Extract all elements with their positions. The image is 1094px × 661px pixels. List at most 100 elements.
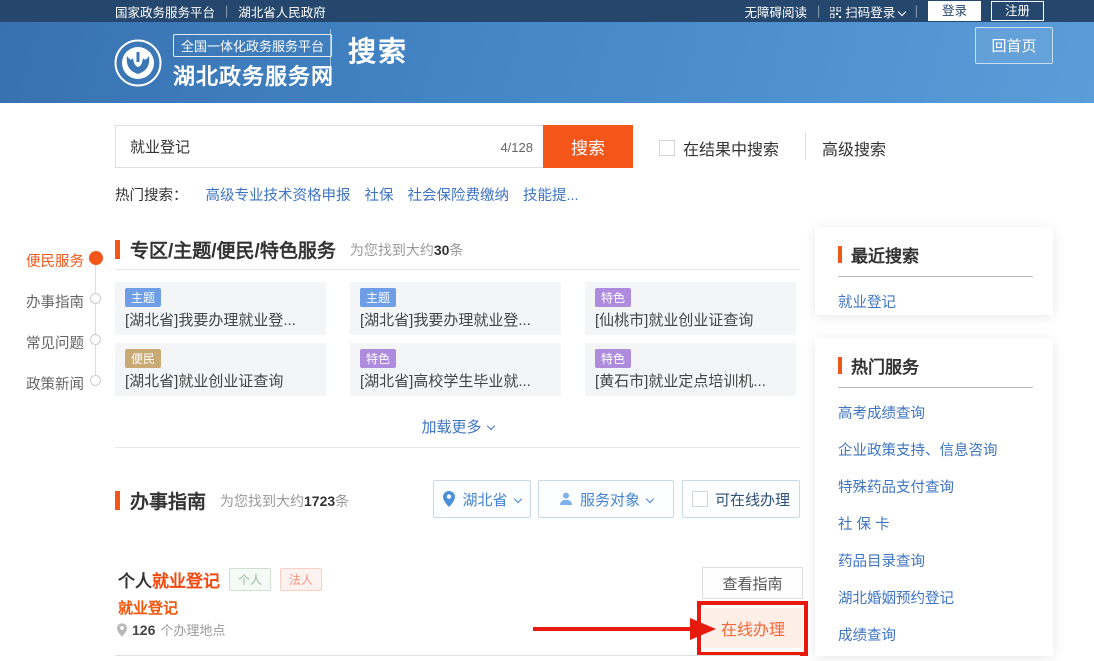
service-card[interactable]: 特色 [黄石市]就业定点培训机...	[585, 343, 796, 396]
search-input-wrap: 4/128	[115, 125, 543, 168]
load-more-button[interactable]: 加载更多	[115, 416, 800, 437]
site-logo[interactable]: 全国一体化政务服务平台 湖北政务服务网	[113, 34, 334, 91]
annotation-arrow-line	[533, 627, 693, 631]
hot-service-link[interactable]: 成绩查询	[838, 616, 1053, 653]
scan-login-link[interactable]: 扫码登录	[830, 2, 905, 21]
top-bar: 国家政务服务平台 | 湖北省人民政府 无障碍阅读 | 扫码登录 | 登录 注册	[0, 0, 1094, 22]
platform-badge: 全国一体化政务服务平台	[173, 34, 332, 57]
search-results-page: 国家政务服务平台 | 湖北省人民政府 无障碍阅读 | 扫码登录 | 登录 注册	[0, 0, 1094, 661]
hot-service-link[interactable]: 高考成绩查询	[838, 394, 1053, 431]
view-guide-button[interactable]: 查看指南	[702, 567, 803, 599]
special-section-header: 专区/主题/便民/特色服务 为您找到大约30条	[115, 236, 463, 263]
hot-search-link[interactable]: 技能提...	[523, 184, 579, 205]
register-button[interactable]: 注册	[991, 1, 1044, 21]
timeline-dot-active	[89, 251, 103, 265]
special-section-count: 为您找到大约30条	[350, 240, 464, 260]
badge-person: 个人	[229, 568, 271, 591]
chevron-down-icon	[897, 7, 905, 15]
search-input[interactable]	[116, 126, 543, 167]
person-icon	[559, 492, 573, 506]
online-only-checkbox[interactable]: 可在线办理	[682, 480, 800, 518]
hot-service-link[interactable]: 职业病诊断机构查询	[838, 653, 1053, 661]
page-title: 搜索	[348, 30, 408, 70]
back-home-button[interactable]: 回首页	[975, 27, 1053, 64]
service-target-dropdown-label: 服务对象	[580, 489, 640, 510]
tag-theme: 主题	[360, 288, 396, 307]
hot-search-link[interactable]: 社保	[365, 184, 394, 205]
accessibility-link[interactable]: 无障碍阅读	[744, 2, 807, 21]
result-title[interactable]: 个人就业登记 个人 法人	[118, 567, 322, 592]
sidebar-item-policy-news[interactable]: 政策新闻	[14, 373, 84, 394]
tag-special: 特色	[595, 349, 631, 368]
sidebar-item-service-guides[interactable]: 办事指南	[14, 291, 84, 312]
hot-search-label: 热门搜索：	[115, 184, 188, 205]
hot-service-link[interactable]: 特殊药品支付查询	[838, 468, 1053, 505]
hot-search-link[interactable]: 社会保险费缴纳	[408, 184, 510, 205]
service-card[interactable]: 主题 [湖北省]我要办理就业登...	[115, 282, 326, 335]
service-card[interactable]: 主题 [湖北省]我要办理就业登...	[350, 282, 561, 335]
hot-service-link[interactable]: 社 保 卡	[838, 505, 1053, 542]
top-bar-divider: |	[817, 4, 820, 18]
hot-services-card: 热门服务 高考成绩查询 企业政策支持、信息咨询 特殊药品支付查询 社 保 卡 药…	[815, 338, 1053, 656]
service-card[interactable]: 特色 [湖北省]高校学生毕业就...	[350, 343, 561, 396]
advanced-search-link[interactable]: 高级搜索	[822, 136, 886, 160]
checkbox-icon[interactable]	[659, 140, 675, 156]
search-button[interactable]: 搜索	[543, 125, 633, 168]
service-card-label: [湖北省]就业创业证查询	[125, 370, 316, 391]
sidebar-item-convenient-services[interactable]: 便民服务	[14, 250, 84, 271]
count-prefix: 为您找到大约	[220, 493, 304, 509]
online-only-label: 可在线办理	[715, 489, 790, 510]
top-bar-divider: |	[225, 4, 228, 18]
count-prefix: 为您找到大约	[350, 242, 434, 258]
section-accent-bar	[838, 246, 842, 263]
search-in-results-checkbox[interactable]: 在结果中搜索	[659, 136, 779, 160]
login-button[interactable]: 登录	[928, 1, 981, 21]
guide-section-header: 办事指南 为您找到大约1723条	[115, 487, 349, 514]
region-dropdown-value: 湖北省	[462, 489, 507, 510]
recent-search-title: 最近搜索	[851, 242, 919, 267]
service-card-label: [湖北省]我要办理就业登...	[360, 309, 551, 330]
hot-search-link[interactable]: 高级专业技术资格申报	[206, 184, 351, 205]
checkbox-icon[interactable]	[692, 491, 708, 507]
count-suffix: 条	[335, 493, 349, 509]
tag-theme: 主题	[125, 288, 161, 307]
site-header: 全国一体化政务服务平台 湖北政务服务网 搜索 回首页	[0, 22, 1094, 103]
hot-services-header: 热门服务	[838, 353, 1033, 388]
national-platform-link[interactable]: 国家政务服务平台	[115, 2, 215, 21]
region-dropdown[interactable]: 湖北省	[433, 480, 531, 518]
result-title-highlight: 就业登记	[152, 567, 220, 592]
recent-search-card: 最近搜索 就业登记	[815, 227, 1053, 315]
hot-search-row: 热门搜索： 高级专业技术资格申报 社保 社会保险费缴纳 技能提...	[115, 184, 593, 205]
hot-service-link[interactable]: 企业政策支持、信息咨询	[838, 431, 1053, 468]
qr-code-icon	[830, 7, 841, 18]
count-number: 1723	[304, 493, 335, 509]
section-accent-bar	[115, 491, 120, 510]
result-sub-link[interactable]: 就业登记	[118, 597, 178, 618]
service-card[interactable]: 特色 [仙桃市]就业创业证查询	[585, 282, 796, 335]
guide-section-count: 为您找到大约1723条	[220, 491, 349, 511]
annotation-highlight-box	[697, 601, 808, 656]
top-bar-left: 国家政务服务平台 | 湖北省人民政府	[115, 2, 326, 21]
chevron-down-icon	[646, 495, 654, 503]
chevron-down-icon	[486, 422, 494, 430]
divider	[805, 132, 806, 160]
top-bar-right: 无障碍阅读 | 扫码登录 | 登录 注册	[744, 1, 1044, 21]
divider	[115, 655, 800, 656]
location-pin-icon	[117, 623, 127, 637]
recent-search-link[interactable]: 就业登记	[838, 283, 1053, 320]
tag-special: 特色	[595, 288, 631, 307]
service-target-dropdown[interactable]: 服务对象	[538, 480, 674, 518]
sidebar-item-faq[interactable]: 常见问题	[14, 332, 84, 353]
service-card[interactable]: 便民 [湖北省]就业创业证查询	[115, 343, 326, 396]
section-accent-bar	[838, 357, 842, 374]
chevron-down-icon	[513, 495, 521, 503]
top-bar-divider: |	[915, 4, 918, 18]
hot-service-link[interactable]: 湖北婚姻预约登记	[838, 579, 1053, 616]
special-section-title: 专区/主题/便民/特色服务	[130, 236, 336, 263]
recent-search-links: 就业登记	[815, 277, 1053, 320]
hot-service-link[interactable]: 药品目录查询	[838, 542, 1053, 579]
hubei-gov-link[interactable]: 湖北省人民政府	[238, 2, 326, 21]
result-location: 126 个办理地点	[117, 620, 225, 639]
location-pin-icon	[443, 491, 455, 507]
timeline-dot	[90, 293, 101, 304]
